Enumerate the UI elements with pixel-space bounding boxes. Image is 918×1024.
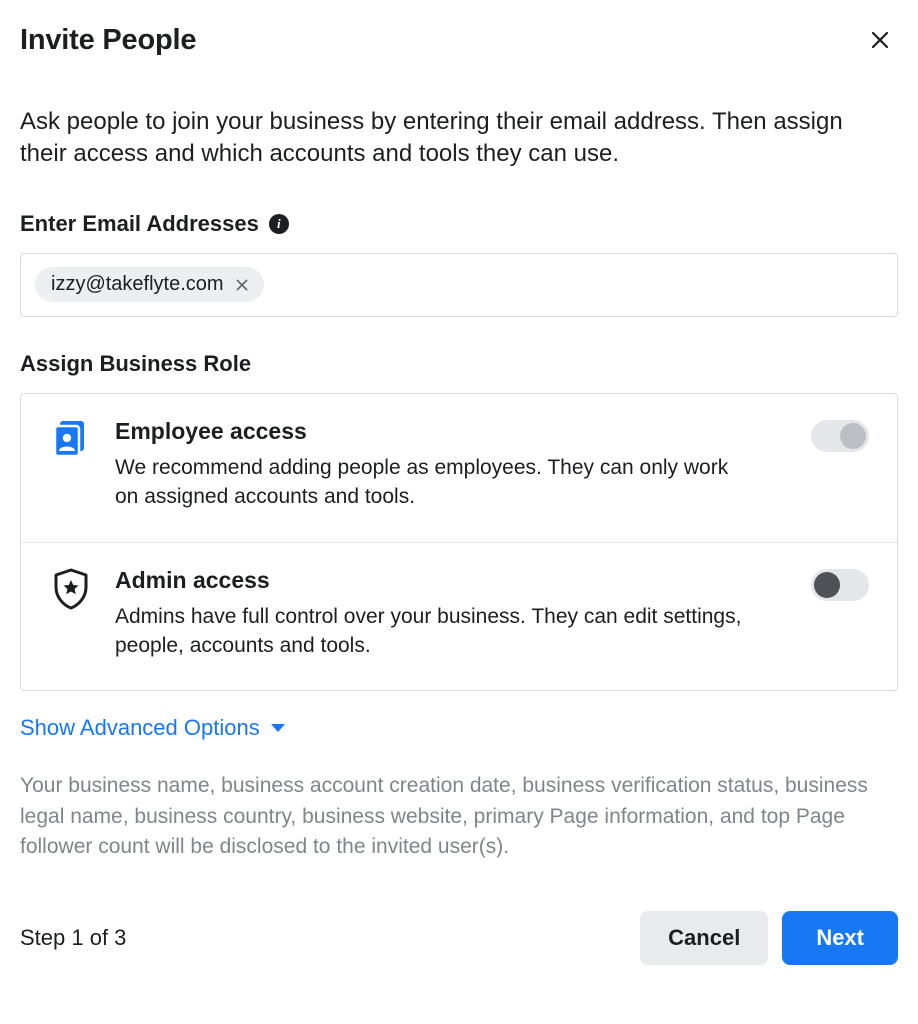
show-advanced-options-link[interactable]: Show Advanced Options [20, 715, 286, 741]
advanced-link-text: Show Advanced Options [20, 715, 260, 741]
next-button[interactable]: Next [782, 911, 898, 965]
role-row-admin: Admin access Admins have full control ov… [21, 542, 897, 691]
email-input-container[interactable]: izzy@takeflyte.com [20, 253, 898, 317]
role-title: Admin access [115, 567, 769, 594]
dialog-title: Invite People [20, 24, 196, 57]
disclosure-text: Your business name, business account cre… [20, 771, 898, 862]
toggle-knob [814, 572, 840, 598]
role-title: Employee access [115, 418, 769, 445]
cancel-button[interactable]: Cancel [640, 911, 768, 965]
admin-access-toggle[interactable] [811, 569, 869, 601]
close-button[interactable] [862, 22, 898, 58]
admin-shield-icon [49, 567, 93, 611]
employee-access-toggle[interactable] [811, 420, 869, 452]
employee-badge-icon [49, 418, 93, 458]
email-section-label: Enter Email Addresses i [20, 211, 898, 237]
x-icon [234, 277, 250, 293]
dialog-footer: Step 1 of 3 Cancel Next [20, 911, 898, 965]
email-chip: izzy@takeflyte.com [35, 267, 264, 302]
email-label-text: Enter Email Addresses [20, 211, 259, 237]
step-indicator: Step 1 of 3 [20, 925, 126, 951]
role-row-employee: Employee access We recommend adding peop… [21, 394, 897, 542]
role-section-label: Assign Business Role [20, 351, 898, 377]
toggle-knob [840, 423, 866, 449]
role-desc: We recommend adding people as employees.… [115, 453, 755, 512]
caret-down-icon [270, 722, 286, 734]
role-options-container: Employee access We recommend adding peop… [20, 393, 898, 692]
info-icon[interactable]: i [269, 214, 289, 234]
close-icon [868, 28, 892, 52]
dialog-header: Invite People [20, 22, 898, 58]
email-chip-text: izzy@takeflyte.com [51, 273, 224, 296]
intro-text: Ask people to join your business by ente… [20, 106, 890, 171]
role-desc: Admins have full control over your busin… [115, 602, 755, 661]
email-chip-remove[interactable] [232, 275, 252, 295]
